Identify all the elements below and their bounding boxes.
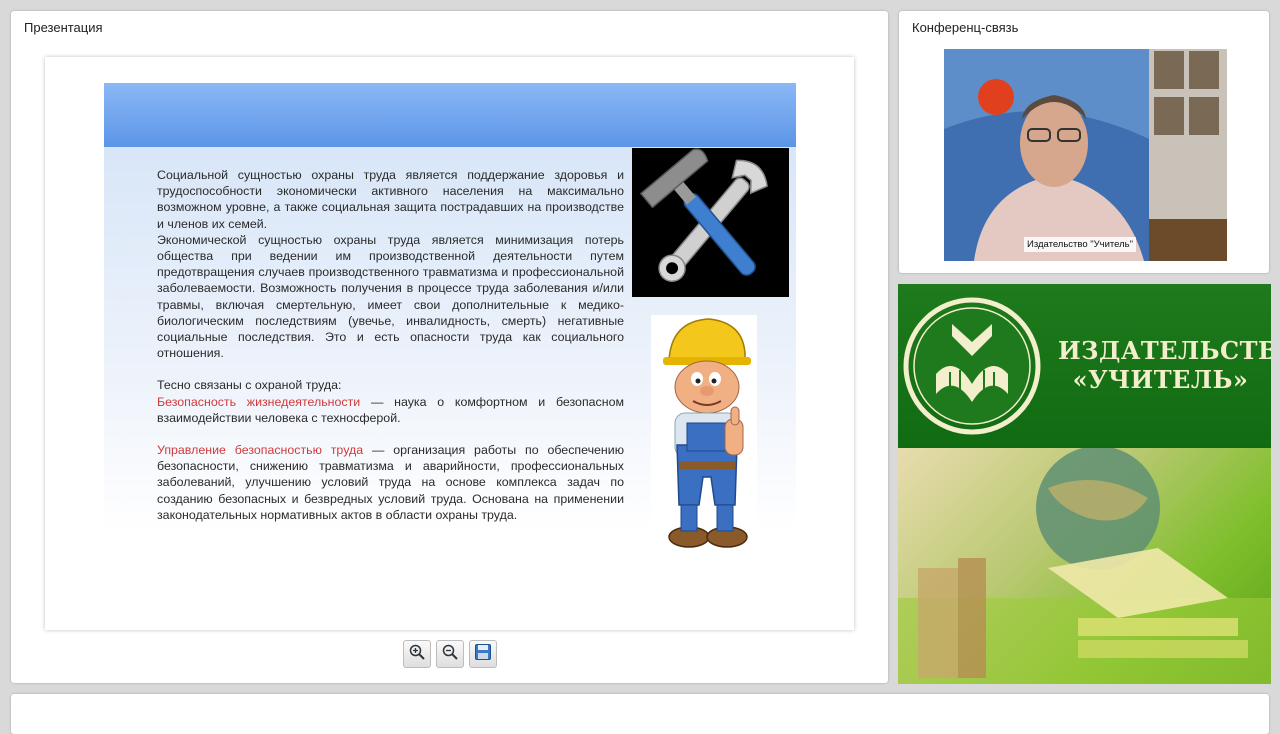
video-caption: Издательство "Учитель": [1024, 237, 1137, 252]
bottom-panel: [11, 694, 1269, 734]
publisher-name-line1: ИЗДАТЕЛЬСТВО: [1058, 336, 1271, 365]
presentation-title: Презентация: [24, 20, 103, 35]
wrench-hammer-image: [632, 148, 789, 297]
slide-paragraph: Социальной сущностью охраны труда являет…: [157, 168, 624, 231]
conference-panel: Конференц-связь Издательство "Учитель": [899, 11, 1269, 273]
save-button[interactable]: [469, 640, 497, 668]
term-labor-safety-management: Управление безопасностью труда: [157, 443, 364, 458]
zoom-in-icon: [408, 643, 426, 666]
publisher-logo: [903, 297, 1041, 435]
zoom-in-button[interactable]: [403, 640, 431, 668]
publisher-name: ИЗДАТЕЛЬСТВО «УЧИТЕЛЬ»: [1058, 336, 1271, 394]
slide: Социальной сущностью охраны труда являет…: [45, 57, 854, 630]
video-feed[interactable]: Издательство "Учитель": [944, 49, 1227, 261]
term-block: Управление безопасностью труда — организ…: [157, 442, 624, 523]
conference-title: Конференц-связь: [912, 20, 1019, 35]
publisher-name-line2: «УЧИТЕЛЬ»: [1072, 365, 1249, 394]
zoom-out-icon: [441, 643, 459, 666]
floppy-disk-icon: [474, 643, 492, 666]
slide-text: Социальной сущностью охраны труда являет…: [157, 167, 624, 523]
worker-cartoon-image: [651, 315, 757, 565]
slide-paragraph: Тесно связаны с охраной труда:: [157, 378, 342, 393]
term-block: Безопасность жизнедеятельности — наука о…: [157, 394, 624, 426]
zoom-out-button[interactable]: [436, 640, 464, 668]
publisher-banner: ИЗДАТЕЛЬСТВО «УЧИТЕЛЬ»: [898, 284, 1271, 684]
term-safety-of-life: Безопасность жизнедеятельности: [157, 394, 361, 409]
slide-header-bar: [104, 83, 796, 147]
slide-paragraph: Экономической сущностью охраны труда явл…: [157, 232, 624, 361]
presentation-panel: Презентация Социальной сущностью охраны …: [11, 11, 888, 683]
banner-top: ИЗДАТЕЛЬСТВО «УЧИТЕЛЬ»: [898, 284, 1271, 448]
books-globe-photo: [898, 446, 1271, 684]
